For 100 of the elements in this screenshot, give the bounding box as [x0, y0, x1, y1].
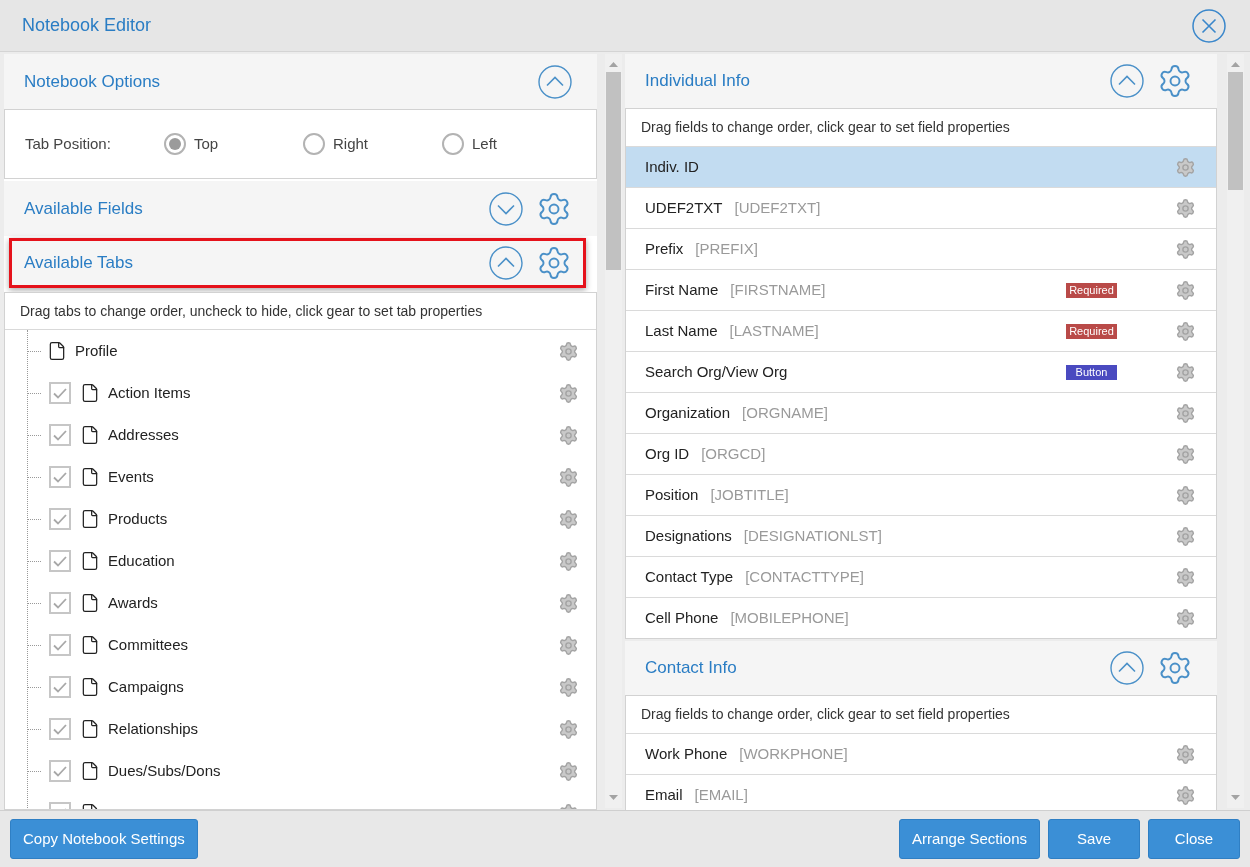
settings-icon[interactable]	[1175, 484, 1196, 506]
tab-name[interactable]: Events	[108, 465, 154, 489]
field-code: [EMAIL]	[694, 784, 748, 805]
scrollbar-thumb[interactable]	[1228, 72, 1243, 190]
settings-icon[interactable]	[1175, 238, 1196, 260]
field-name: Last Name	[645, 320, 718, 341]
settings-icon[interactable]	[1175, 402, 1196, 424]
checkmark-icon	[53, 429, 67, 441]
document-icon	[80, 593, 100, 613]
field-code: [ORGCD]	[701, 443, 766, 464]
settings-icon[interactable]	[558, 340, 579, 362]
radio-label[interactable]: Left	[472, 132, 498, 156]
settings-icon[interactable]	[558, 508, 579, 530]
field-name: First Name	[645, 279, 719, 300]
settings-icon[interactable]	[1175, 784, 1196, 806]
checkbox[interactable]	[49, 550, 71, 572]
settings-icon[interactable]	[558, 592, 579, 614]
chevron-up-icon[interactable]	[1110, 64, 1144, 98]
scroll-down-icon[interactable]	[1231, 795, 1240, 800]
document-icon	[80, 425, 100, 445]
checkmark-icon	[53, 723, 67, 735]
document-icon	[80, 677, 100, 697]
hint-text: Drag fields to change order, click gear to set field properties	[641, 705, 1010, 724]
scrollbar[interactable]	[1227, 54, 1244, 808]
document-icon	[80, 509, 100, 529]
tab-name[interactable]: Action Items	[108, 381, 191, 405]
settings-icon[interactable]	[558, 634, 579, 656]
radio-label[interactable]: Top	[194, 132, 219, 156]
checkmark-icon	[53, 639, 67, 651]
checkbox[interactable]	[49, 508, 71, 530]
close-icon[interactable]	[1192, 8, 1226, 43]
chevron-down-icon[interactable]	[489, 191, 523, 226]
tab-name[interactable]: Committees	[108, 633, 189, 657]
settings-icon[interactable]	[1175, 156, 1196, 178]
tab-name[interactable]: Addresses	[108, 423, 179, 447]
checkbox[interactable]	[49, 634, 71, 656]
document-icon	[80, 551, 100, 571]
status-badge: Required	[1066, 282, 1117, 298]
checkmark-icon	[53, 765, 67, 777]
field-code: [MOBILEPHONE]	[730, 607, 849, 628]
checkmark-icon	[53, 597, 67, 609]
field-code: [WORKPHONE]	[739, 743, 848, 764]
settings-icon[interactable]	[1175, 279, 1196, 301]
tab-name[interactable]: Profile	[75, 339, 118, 363]
settings-icon[interactable]	[1175, 525, 1196, 547]
settings-icon[interactable]	[558, 424, 579, 446]
settings-icon[interactable]	[1175, 361, 1196, 383]
window-title: Notebook Editor	[22, 14, 152, 37]
radio-button[interactable]	[164, 133, 186, 155]
tab-name[interactable]: Dues/Subs/Dons	[108, 759, 221, 783]
document-icon	[80, 761, 100, 781]
field-code: [CONTACTTYPE]	[745, 566, 865, 587]
tab-name[interactable]: Awards	[108, 591, 158, 615]
tab-name[interactable]: Relationships	[108, 717, 199, 741]
scrollbar[interactable]	[605, 54, 622, 808]
checkbox[interactable]	[49, 466, 71, 488]
field-name: Search Org/View Org	[645, 361, 788, 382]
scrollbar-thumb[interactable]	[606, 72, 621, 270]
checkmark-icon	[53, 387, 67, 399]
checkbox[interactable]	[49, 676, 71, 698]
chevron-up-icon[interactable]	[1110, 651, 1144, 685]
checkbox[interactable]	[49, 718, 71, 740]
tab-name[interactable]: Products	[108, 507, 168, 531]
settings-icon[interactable]	[558, 718, 579, 740]
settings-icon[interactable]	[558, 760, 579, 782]
settings-icon[interactable]	[1175, 197, 1196, 219]
tab-name[interactable]: Education	[108, 549, 175, 573]
field-label: Tab Position:	[25, 133, 112, 154]
scroll-up-icon[interactable]	[609, 62, 618, 67]
settings-icon[interactable]	[1175, 443, 1196, 465]
checkbox[interactable]	[49, 760, 71, 782]
checkbox[interactable]	[49, 382, 71, 404]
field-code: [DESIGNATIONLST]	[743, 525, 882, 546]
scroll-down-icon[interactable]	[609, 795, 618, 800]
settings-icon[interactable]	[1175, 320, 1196, 342]
field-name: Indiv. ID	[645, 156, 699, 177]
field-code: [PREFIX]	[695, 238, 758, 259]
settings-icon[interactable]	[536, 245, 572, 281]
checkmark-icon	[53, 513, 67, 525]
chevron-up-icon[interactable]	[489, 246, 523, 280]
field-code: [ORGNAME]	[742, 402, 828, 423]
chevron-up-icon[interactable]	[538, 64, 572, 99]
settings-icon[interactable]	[558, 466, 579, 488]
settings-icon[interactable]	[558, 382, 579, 404]
tab-name[interactable]: Campaigns	[108, 675, 184, 699]
settings-icon[interactable]	[1175, 566, 1196, 588]
field-row[interactable]: Indiv. ID	[626, 146, 1216, 187]
field-name: Organization	[645, 402, 731, 423]
settings-icon[interactable]	[1175, 607, 1196, 629]
settings-icon[interactable]	[1175, 743, 1196, 765]
settings-icon[interactable]	[558, 676, 579, 698]
radio-label[interactable]: Right	[333, 132, 369, 156]
settings-icon[interactable]	[558, 550, 579, 572]
checkbox[interactable]	[49, 424, 71, 446]
scroll-up-icon[interactable]	[1231, 62, 1240, 67]
field-name: Position	[645, 484, 699, 505]
checkbox[interactable]	[49, 592, 71, 614]
checkmark-icon	[53, 681, 67, 693]
radio-button[interactable]	[303, 133, 325, 155]
radio-button[interactable]	[442, 133, 464, 155]
